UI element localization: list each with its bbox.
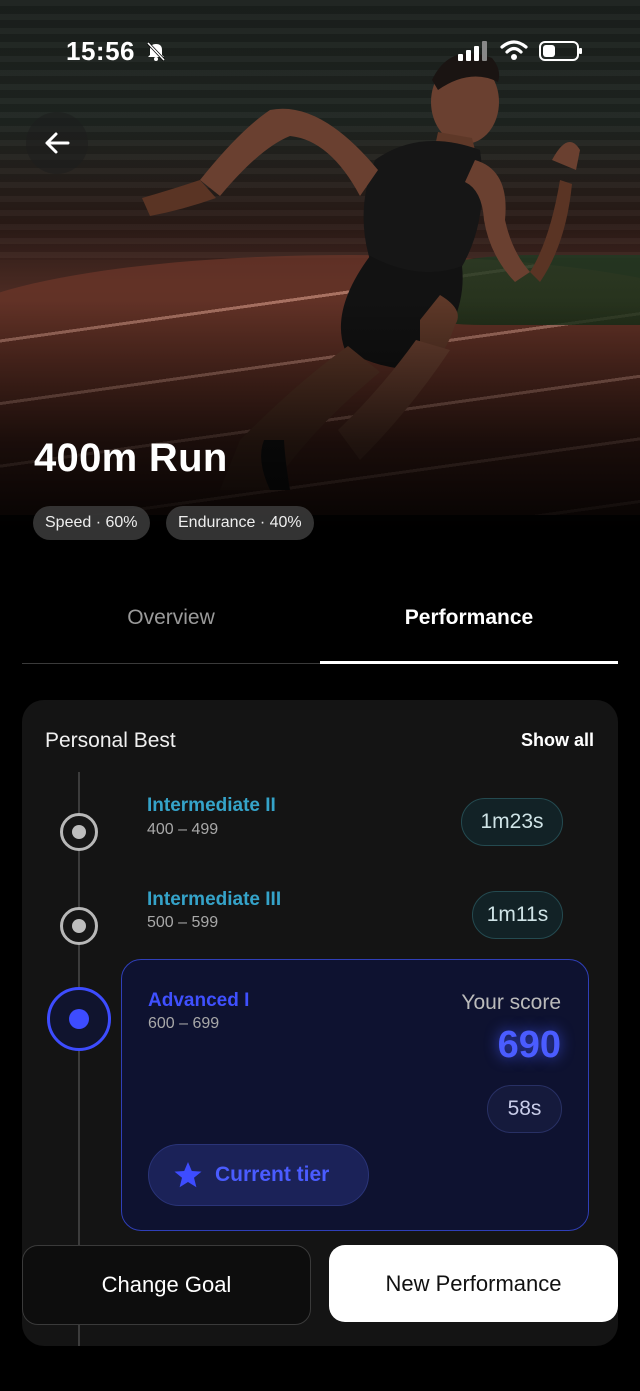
your-score-label: Your score	[461, 991, 561, 1014]
wifi-icon	[500, 40, 528, 60]
tier-range: 600 – 699	[148, 1015, 220, 1032]
tab-active-indicator	[320, 661, 618, 664]
signal-icon	[458, 41, 487, 61]
timeline-node	[60, 813, 98, 851]
change-goal-button[interactable]: Change Goal	[22, 1245, 311, 1325]
time-pill: 58s	[487, 1085, 562, 1133]
back-button[interactable]	[26, 112, 88, 174]
current-tier-label: Current tier	[215, 1163, 330, 1186]
battery-icon	[539, 41, 582, 61]
tab-performance[interactable]: Performance	[320, 606, 618, 630]
status-time: 15:56	[66, 36, 135, 66]
tier-name: Intermediate II	[147, 795, 276, 816]
tier-name: Intermediate III	[147, 889, 282, 910]
page-title: 400m Run	[34, 436, 228, 480]
bell-muted-icon	[146, 41, 166, 62]
show-all-link[interactable]: Show all	[521, 730, 594, 751]
endurance-chip: Endurance · 40%	[166, 506, 314, 540]
card-title: Personal Best	[45, 729, 176, 752]
new-performance-button[interactable]: New Performance	[329, 1245, 618, 1322]
timeline-node-current	[47, 987, 111, 1051]
current-tier-badge: Current tier	[148, 1144, 369, 1206]
score-value: 690	[497, 1024, 561, 1066]
speed-chip: Speed · 60%	[33, 506, 150, 540]
star-icon	[174, 1162, 202, 1188]
tier-range: 500 – 599	[147, 914, 219, 931]
timeline-node	[60, 907, 98, 945]
tier-range: 400 – 499	[147, 821, 219, 838]
arrow-left-icon	[45, 132, 70, 154]
tab-overview[interactable]: Overview	[22, 606, 320, 630]
tier-name: Advanced I	[148, 990, 250, 1011]
time-pill: 1m11s	[472, 891, 563, 939]
time-pill: 1m23s	[461, 798, 563, 846]
